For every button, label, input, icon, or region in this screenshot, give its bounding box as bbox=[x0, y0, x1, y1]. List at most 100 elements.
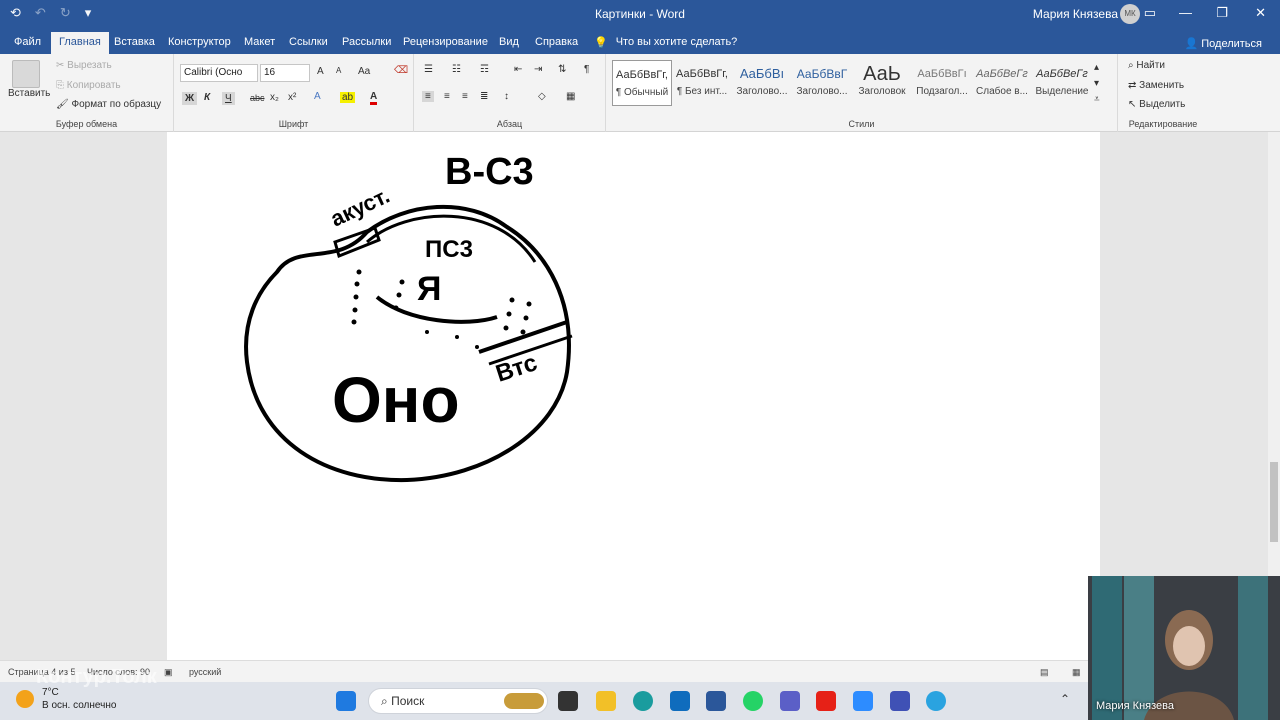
align-left-icon[interactable]: ≡ bbox=[422, 91, 434, 102]
proofing-icon[interactable]: ▣ bbox=[164, 667, 173, 678]
chart-app-icon[interactable] bbox=[890, 691, 910, 711]
highlight-button[interactable]: ab bbox=[340, 92, 356, 103]
share-button[interactable]: 👤 Поделиться bbox=[1184, 37, 1262, 50]
strikethrough-button[interactable]: abc bbox=[250, 93, 265, 103]
bullets-icon[interactable]: ☰ bbox=[424, 64, 433, 75]
tab-help[interactable]: Справка bbox=[527, 32, 586, 54]
borders-icon[interactable]: ▦ bbox=[566, 91, 575, 102]
zoom-icon[interactable] bbox=[853, 691, 873, 711]
widget-image-icon[interactable] bbox=[504, 693, 544, 709]
print-layout-icon[interactable]: ▦ bbox=[1072, 667, 1081, 678]
tell-me-box[interactable]: 💡 Что вы хотите сделать? bbox=[594, 36, 737, 49]
restore-icon[interactable]: ❐ bbox=[1216, 5, 1228, 21]
edge-icon[interactable] bbox=[633, 691, 653, 711]
store-icon[interactable] bbox=[670, 691, 690, 711]
file-explorer-icon[interactable] bbox=[596, 691, 616, 711]
tab-references[interactable]: Ссылки bbox=[281, 32, 336, 54]
ribbon-tabs: Файл Главная Вставка Конструктор Макет С… bbox=[0, 28, 1280, 54]
language[interactable]: русский bbox=[189, 667, 221, 677]
style-normal[interactable]: АаБбВвГг, ¶ Обычный bbox=[612, 60, 672, 106]
style-no-spacing[interactable]: АаБбВвГг, ¶ Без инт... bbox=[672, 60, 732, 106]
style-title[interactable]: АаЬ Заголовок bbox=[852, 60, 912, 106]
pilcrow-icon[interactable]: ¶ bbox=[584, 64, 589, 75]
start-icon[interactable] bbox=[336, 691, 356, 711]
superscript-button[interactable]: x² bbox=[288, 92, 296, 103]
word-icon[interactable] bbox=[706, 691, 726, 711]
telegram-icon[interactable] bbox=[926, 691, 946, 711]
style-subtle-emphasis[interactable]: АаБбВеГг Слабое в... bbox=[972, 60, 1032, 106]
watermark: Контур.Толк bbox=[36, 666, 157, 688]
tab-insert[interactable]: Вставка bbox=[106, 32, 163, 54]
align-center-icon[interactable]: ≡ bbox=[444, 91, 450, 102]
minimize-icon[interactable]: — bbox=[1179, 5, 1192, 20]
align-right-icon[interactable]: ≡ bbox=[462, 91, 468, 102]
multilevel-list-icon[interactable]: ☶ bbox=[480, 64, 489, 75]
line-spacing-icon[interactable]: ↕ bbox=[504, 91, 509, 102]
underline-button[interactable]: Ч bbox=[222, 92, 235, 105]
tab-layout[interactable]: Макет bbox=[236, 32, 283, 54]
decrease-indent-icon[interactable]: ⇤ bbox=[514, 64, 522, 75]
tab-design[interactable]: Конструктор bbox=[160, 32, 239, 54]
clear-format-icon[interactable]: ⌫ bbox=[394, 65, 408, 76]
hand-drawing[interactable]: В-С3 акуст. ПС3 Я Втс Оно bbox=[167, 132, 1100, 660]
ribbon-display-icon[interactable]: ▭ bbox=[1144, 5, 1156, 21]
tab-mailings[interactable]: Рассылки bbox=[334, 32, 399, 54]
shading-icon[interactable]: ◇ bbox=[538, 91, 546, 102]
paste-button[interactable]: Вставить bbox=[8, 88, 50, 99]
weather-widget[interactable]: 7°C В осн. солнечно bbox=[16, 686, 116, 712]
sun-icon bbox=[16, 690, 34, 708]
tab-home[interactable]: Главная bbox=[51, 32, 109, 54]
replace-button[interactable]: ⇄ Заменить bbox=[1128, 80, 1184, 91]
paragraph-group: ☰ ☷ ☶ ⇤ ⇥ ⇅ ¶ ≡ ≡ ≡ ≣ ↕ ◇ ▦ Абзац bbox=[414, 54, 606, 132]
paste-icon[interactable] bbox=[12, 60, 40, 88]
subscript-button[interactable]: x₂ bbox=[270, 92, 279, 103]
document-page[interactable]: В-С3 акуст. ПС3 Я Втс Оно bbox=[167, 132, 1100, 660]
select-label: Выделить bbox=[1139, 99, 1186, 110]
task-view-icon[interactable] bbox=[558, 691, 578, 711]
tab-view[interactable]: Вид bbox=[491, 32, 527, 54]
lightbulb-icon: 💡 bbox=[594, 37, 608, 49]
style-subtitle[interactable]: АаБбВвГı Подзагол... bbox=[912, 60, 972, 106]
tab-review[interactable]: Рецензирование bbox=[395, 32, 496, 54]
grow-font-button[interactable]: A bbox=[317, 66, 324, 77]
style-emphasis[interactable]: АаБбВеГг Выделение bbox=[1032, 60, 1092, 106]
font-size-combo[interactable]: 16 bbox=[260, 64, 310, 82]
justify-icon[interactable]: ≣ bbox=[480, 91, 488, 102]
account-name[interactable]: Мария Князева bbox=[1033, 7, 1118, 21]
shrink-font-button[interactable]: A bbox=[336, 66, 341, 75]
share-label: Поделиться bbox=[1201, 38, 1262, 50]
read-mode-icon[interactable]: ▤ bbox=[1040, 667, 1049, 678]
bookshelf bbox=[1238, 576, 1268, 720]
increase-indent-icon[interactable]: ⇥ bbox=[534, 64, 542, 75]
font-color-button[interactable]: A bbox=[370, 91, 378, 105]
italic-button[interactable]: К bbox=[204, 92, 210, 103]
text-effects-button[interactable]: A bbox=[314, 91, 321, 102]
style-preview: АаБбВвГ bbox=[796, 67, 848, 81]
style-heading1[interactable]: АаБбВı Заголово... bbox=[732, 60, 792, 106]
styles-more-icon[interactable]: ⩡ bbox=[1094, 94, 1100, 105]
avatar[interactable]: МК bbox=[1120, 4, 1140, 24]
copy-button[interactable]: ⎘ Копировать bbox=[56, 80, 121, 91]
tray-chevron-icon[interactable]: ⌃ bbox=[1060, 692, 1070, 706]
find-button[interactable]: ⌕ Найти bbox=[1128, 60, 1165, 71]
format-painter-button[interactable]: 🖌 Формат по образцу bbox=[56, 99, 161, 110]
style-heading2[interactable]: АаБбВвГ Заголово... bbox=[792, 60, 852, 106]
style-preview: АаБбВı bbox=[739, 66, 785, 81]
whatsapp-icon[interactable] bbox=[743, 691, 763, 711]
cut-button[interactable]: ✂ Вырезать bbox=[56, 60, 112, 71]
bold-button[interactable]: Ж bbox=[182, 92, 198, 105]
sort-icon[interactable]: ⇅ bbox=[558, 64, 566, 75]
close-icon[interactable]: ✕ bbox=[1255, 5, 1266, 21]
change-case-button[interactable]: Aa bbox=[358, 66, 370, 77]
styles-scroll-up-icon[interactable]: ▴ bbox=[1094, 62, 1099, 73]
scissors-icon: ✂ bbox=[56, 60, 68, 71]
teams-icon[interactable] bbox=[780, 691, 800, 711]
youtube-icon[interactable] bbox=[816, 691, 836, 711]
video-feed: Мария Князева bbox=[1088, 576, 1280, 720]
numbering-icon[interactable]: ☷ bbox=[452, 64, 461, 75]
select-button[interactable]: ↖ Выделить bbox=[1128, 99, 1185, 110]
styles-scroll-down-icon[interactable]: ▾ bbox=[1094, 78, 1099, 89]
tab-file[interactable]: Файл bbox=[6, 32, 49, 54]
font-name-combo[interactable]: Calibri (Осно bbox=[180, 64, 258, 82]
scroll-thumb[interactable] bbox=[1270, 462, 1278, 542]
